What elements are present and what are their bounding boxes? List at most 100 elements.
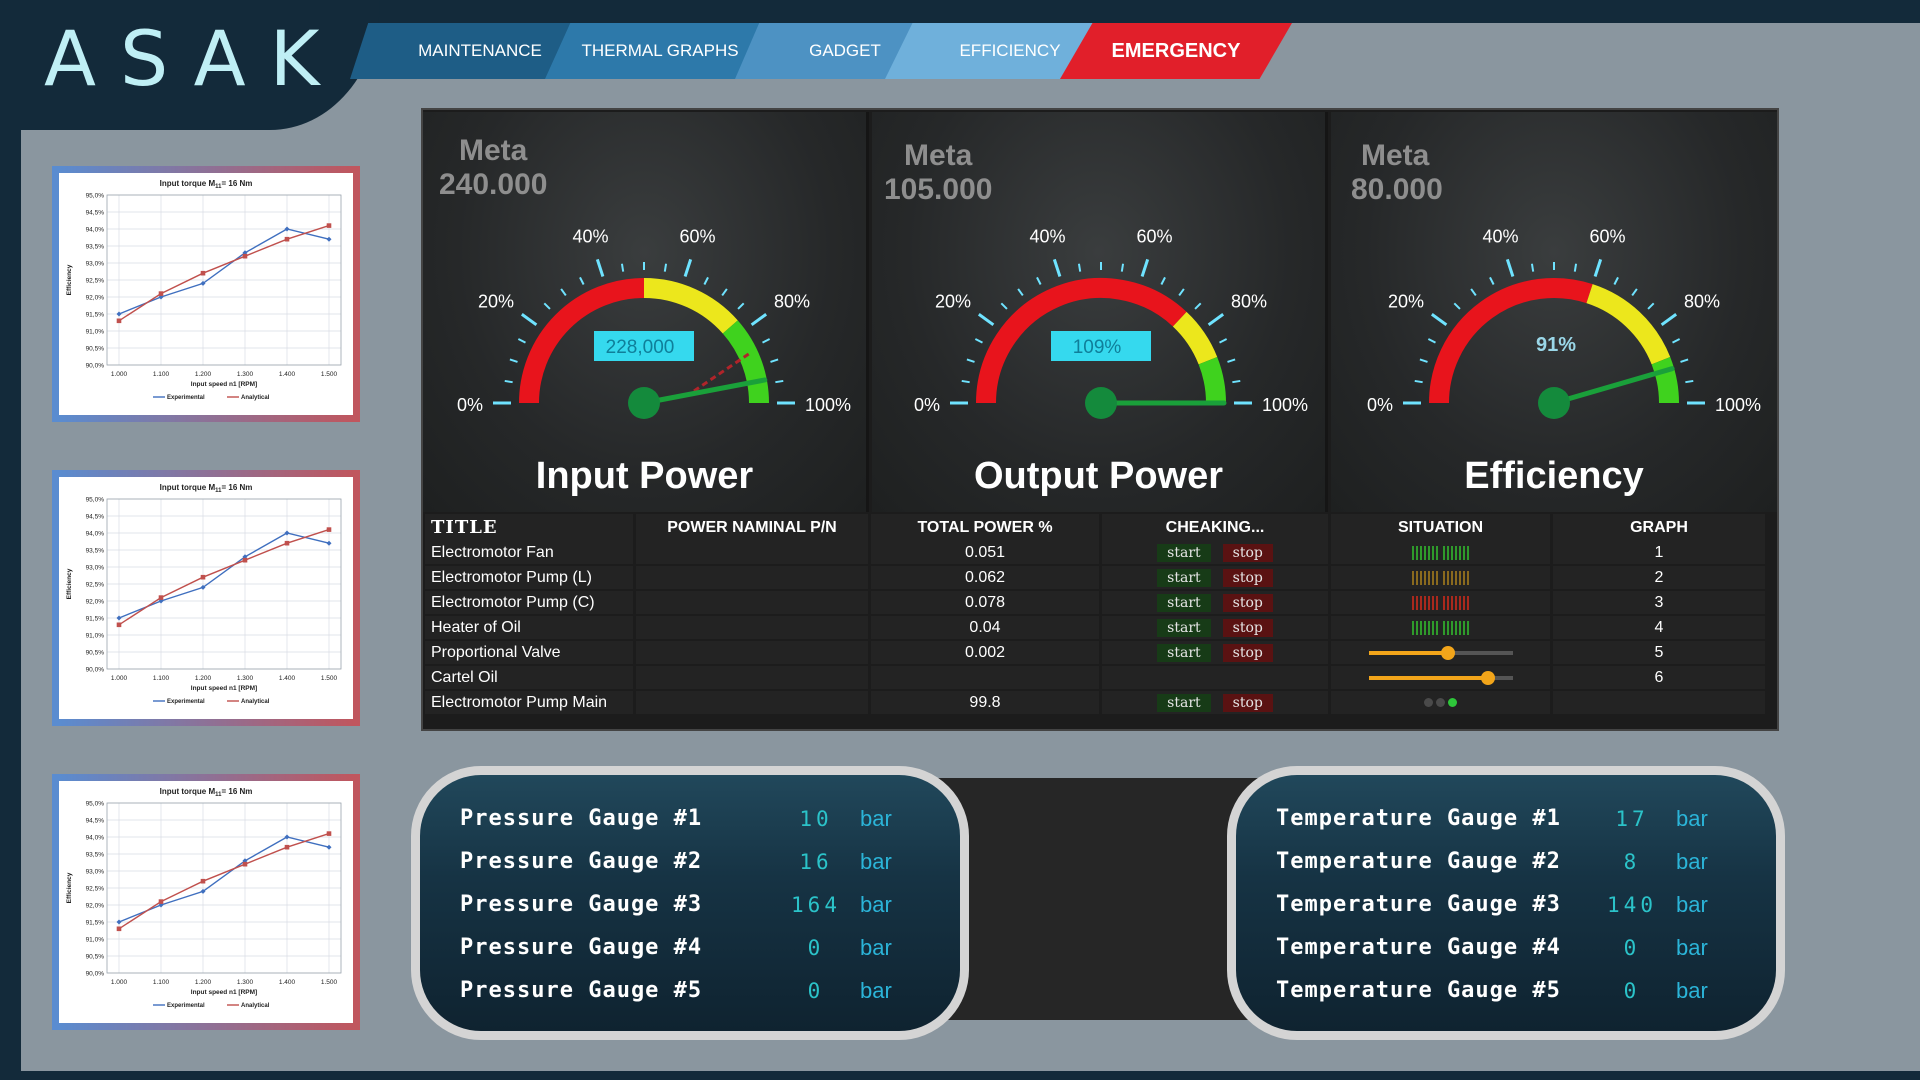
- gauge-tick: [770, 358, 779, 363]
- row-graph[interactable]: 2: [1553, 566, 1765, 589]
- chart-y-tick-label: 90,0%: [86, 363, 105, 370]
- gauge-tick: [1427, 338, 1436, 344]
- table-row: Electromotor Fan 0.051 start stop 1: [425, 540, 1777, 565]
- start-button[interactable]: start: [1157, 693, 1211, 712]
- gauge-unit: bar: [860, 934, 892, 960]
- efficiency-chart-thumbnail[interactable]: Input torque M11= 16 Nm 90,0% 90,5% 91,0% 91…: [52, 166, 360, 422]
- start-button[interactable]: start: [1157, 568, 1211, 587]
- row-graph[interactable]: [1553, 691, 1765, 714]
- chart-data-point: [326, 236, 332, 242]
- gauge-value: 0: [807, 978, 825, 1003]
- chart-y-tick-label: 94,5%: [86, 818, 105, 825]
- input-power-gauge: Meta 240.000 0% 20% 40% 60% 80% 100% 228,000 I…: [423, 112, 869, 512]
- chart-y-tick-label: 93,5%: [86, 852, 105, 859]
- output-power-gauge: Meta 105.000 0% 20% 40% 60% 80% 100% 109% Outp…: [872, 112, 1328, 512]
- stop-button[interactable]: stop: [1222, 643, 1273, 662]
- gauge-needle: [1551, 366, 1675, 406]
- slider-knob[interactable]: [1481, 670, 1496, 685]
- gauge-dial: 0% 20% 40% 60% 80% 100% 91%: [1367, 226, 1761, 419]
- start-button[interactable]: start: [1157, 593, 1211, 612]
- gauge-scale-label: 40%: [573, 226, 609, 246]
- gauge-tick: [1000, 302, 1008, 310]
- row-graph[interactable]: 4: [1553, 616, 1765, 639]
- chart-series-line: [118, 228, 330, 315]
- gauge-value: 164: [791, 892, 841, 917]
- gauge-scale-label: 80%: [1684, 291, 1720, 311]
- start-button[interactable]: start: [1157, 618, 1211, 637]
- row-graph[interactable]: 6: [1553, 666, 1765, 689]
- chart-data-point: [116, 919, 122, 925]
- slider-fill: [1368, 675, 1489, 680]
- gauge-scale-label: 20%: [935, 291, 971, 311]
- gauge-zone-arc: [1198, 356, 1226, 404]
- chart-data-point: [284, 236, 290, 242]
- gauge-tick: [543, 302, 551, 310]
- row-graph[interactable]: 1: [1553, 541, 1765, 564]
- gauge-scale-label: 20%: [1388, 291, 1424, 311]
- gauge-tick: [620, 263, 625, 272]
- gauge-scale-label: 60%: [1589, 226, 1625, 246]
- start-button[interactable]: start: [1157, 643, 1211, 662]
- chart-data-point: [242, 861, 248, 867]
- stop-button[interactable]: stop: [1222, 568, 1273, 587]
- temperature-gauge-row: Temperature Gauge #5 0 bar: [1276, 969, 1776, 1012]
- gauge-tick: [1685, 379, 1694, 384]
- gauge-tick: [504, 379, 513, 384]
- gauge-zone-arc: [722, 320, 769, 404]
- gauge-tick: [775, 379, 784, 384]
- chart-legend-label: Analytical: [241, 395, 270, 401]
- gauge-value: 8: [1623, 849, 1641, 874]
- situation-slider[interactable]: [1368, 645, 1513, 660]
- gauge-tick: [1219, 338, 1228, 344]
- tab-emergency[interactable]: EMERGENCY: [1060, 23, 1292, 79]
- chart-y-tick-label: 91,5%: [86, 920, 105, 927]
- gauge-tick: [1505, 258, 1515, 277]
- start-button[interactable]: start: [1157, 543, 1211, 562]
- slider-knob[interactable]: [1440, 645, 1455, 660]
- gauge-value: 10: [799, 806, 833, 831]
- stop-button[interactable]: stop: [1222, 693, 1273, 712]
- chart-y-tick-label: 91,5%: [86, 312, 105, 319]
- chart-x-tick-label: 1.000: [111, 979, 128, 986]
- stop-button[interactable]: stop: [1222, 593, 1273, 612]
- chart-legend-label: Experimental: [167, 1003, 205, 1009]
- gauge-tick: [663, 263, 668, 272]
- gauge-tick: [1017, 288, 1024, 296]
- row-graph[interactable]: 5: [1553, 641, 1765, 664]
- tab-gadget-label: GADGET: [809, 41, 881, 60]
- chart-x-tick-label: 1.400: [279, 675, 296, 682]
- gauge-unit: bar: [860, 805, 892, 831]
- chart-y-tick-label: 91,0%: [86, 633, 105, 640]
- row-checking: start stop: [1102, 691, 1328, 714]
- temperature-gauge-row: Temperature Gauge #1 17 bar: [1276, 797, 1776, 840]
- chart-data-point: [116, 926, 122, 932]
- chart-y-tick-label: 94,0%: [86, 531, 105, 538]
- situation-slider[interactable]: [1368, 670, 1513, 685]
- situation-indicator: [1411, 595, 1470, 610]
- gauge-readout: 109%: [1073, 337, 1122, 358]
- efficiency-chart-thumbnail[interactable]: Input torque M11= 16 Nm 90,0% 90,5% 91,0% 91…: [52, 470, 360, 726]
- status-dot: [1436, 698, 1445, 707]
- gauge-scale-label: 100%: [1715, 395, 1761, 415]
- gauge-scale-label: 40%: [1030, 226, 1066, 246]
- app-logo: ASAK: [44, 14, 344, 103]
- chart-y-tick-label: 94,5%: [86, 514, 105, 521]
- gauge-tick: [974, 338, 983, 344]
- gauge-tick: [683, 258, 693, 277]
- stop-button[interactable]: stop: [1222, 618, 1273, 637]
- gauge-scale-label: 40%: [1483, 226, 1519, 246]
- gauge-value: 0: [1623, 978, 1641, 1003]
- row-title: Cartel Oil: [425, 666, 633, 689]
- gauge-value: 0: [1623, 935, 1641, 960]
- efficiency-chart-svg: Input torque M11= 16 Nm 90,0% 90,5% 91,0% 91…: [66, 179, 342, 401]
- gauge-tick: [1593, 258, 1603, 277]
- stop-button[interactable]: stop: [1222, 543, 1273, 562]
- chart-data-point: [326, 844, 332, 850]
- gauge-scale-label: 0%: [914, 395, 940, 415]
- chart-series-line: [118, 224, 330, 322]
- gauge-tick: [961, 379, 970, 384]
- efficiency-chart-thumbnail[interactable]: Input torque M11= 16 Nm 90,0% 90,5% 91,0% 91…: [52, 774, 360, 1030]
- bottom-center-panel: [930, 778, 1270, 1020]
- gauge-zone-arc: [643, 278, 738, 334]
- row-graph[interactable]: 3: [1553, 591, 1765, 614]
